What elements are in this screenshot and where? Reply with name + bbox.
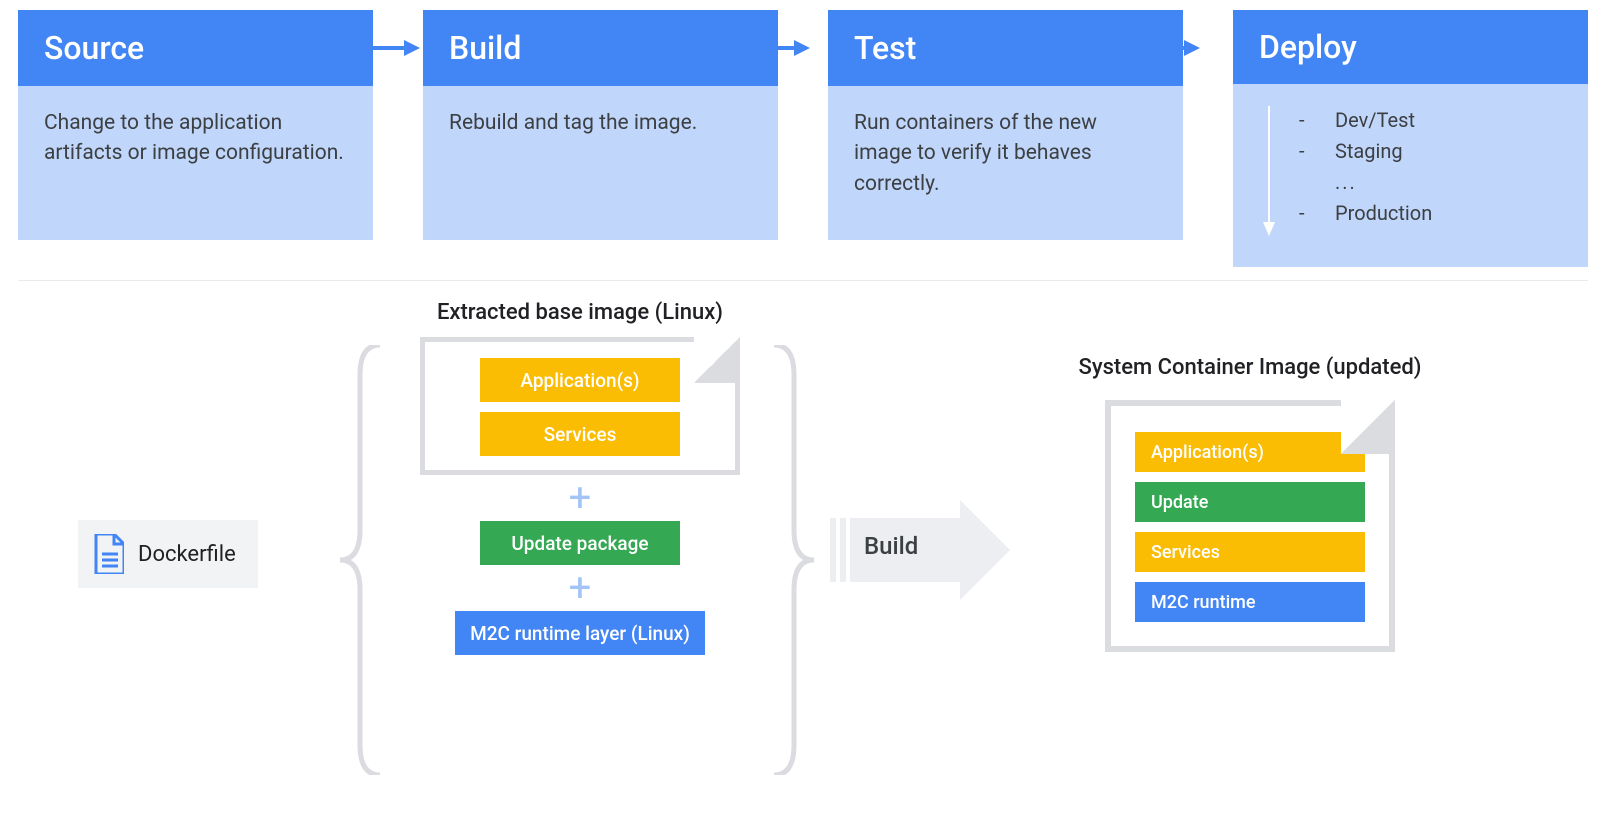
layer-m2c-runtime: M2C runtime layer (Linux) <box>455 611 705 655</box>
deploy-progress-arrow <box>1259 106 1279 245</box>
stage-body: -Dev/Test -Staging ... -Production <box>1233 84 1588 267</box>
dockerfile-label: Dockerfile <box>138 542 236 567</box>
big-arrow-icon <box>830 500 1010 600</box>
stage-build: Build Rebuild and tag the image. <box>423 10 778 240</box>
plus-icon: + <box>569 481 592 515</box>
stage-body: Change to the application artifacts or i… <box>18 86 373 240</box>
build-arrow: Build <box>830 500 1010 600</box>
result-layer-services: Services <box>1135 532 1365 572</box>
stage-header: Deploy <box>1233 10 1588 84</box>
brace-right-icon <box>770 345 814 775</box>
brace-left-icon <box>340 345 384 775</box>
result-layer-update: Update <box>1135 482 1365 522</box>
stage-header: Test <box>828 10 1183 86</box>
result-layer-app: Application(s) <box>1135 432 1365 472</box>
build-label: Build <box>864 532 918 560</box>
result-column: System Container Image (updated) Applica… <box>1050 355 1450 652</box>
layer-applications: Application(s) <box>480 358 680 402</box>
result-layer-m2c: M2C runtime <box>1135 582 1365 622</box>
stage-body: Run containers of the new image to verif… <box>828 86 1183 240</box>
result-title: System Container Image (updated) <box>1079 355 1422 380</box>
deploy-list: -Dev/Test -Staging ... -Production <box>1299 106 1432 245</box>
layer-update-package: Update package <box>480 521 680 565</box>
stage-test: Test Run containers of the new image to … <box>828 10 1183 240</box>
result-doc: Application(s) Update Services M2C runti… <box>1105 400 1395 652</box>
dogear-icon <box>694 337 740 383</box>
stage-header: Source <box>18 10 373 86</box>
deploy-ellipsis: ... <box>1299 168 1432 197</box>
section-divider <box>18 280 1588 281</box>
stage-body: Rebuild and tag the image. <box>423 86 778 240</box>
stage-deploy: Deploy -Dev/Test -Staging ... -Productio… <box>1233 10 1588 240</box>
deploy-item-label: Production <box>1335 199 1432 228</box>
plus-icon: + <box>569 571 592 605</box>
document-icon <box>92 534 124 574</box>
stage-source: Source Change to the application artifac… <box>18 10 373 240</box>
dogear-icon <box>1341 400 1395 454</box>
arrow-right-icon <box>370 38 420 58</box>
deploy-item-label: Staging <box>1335 137 1403 166</box>
lower-diagram: Dockerfile Extracted base image (Linux) … <box>0 300 1606 820</box>
center-stack: Extracted base image (Linux) Application… <box>400 300 760 655</box>
deploy-item-label: Dev/Test <box>1335 106 1415 135</box>
extracted-image-doc: Application(s) Services <box>420 337 740 475</box>
stage-header: Build <box>423 10 778 86</box>
extracted-title: Extracted base image (Linux) <box>437 300 723 325</box>
arrow-right-icon <box>1150 38 1200 58</box>
dockerfile-box: Dockerfile <box>78 520 258 588</box>
arrow-right-icon <box>760 38 810 58</box>
layer-services: Services <box>480 412 680 456</box>
